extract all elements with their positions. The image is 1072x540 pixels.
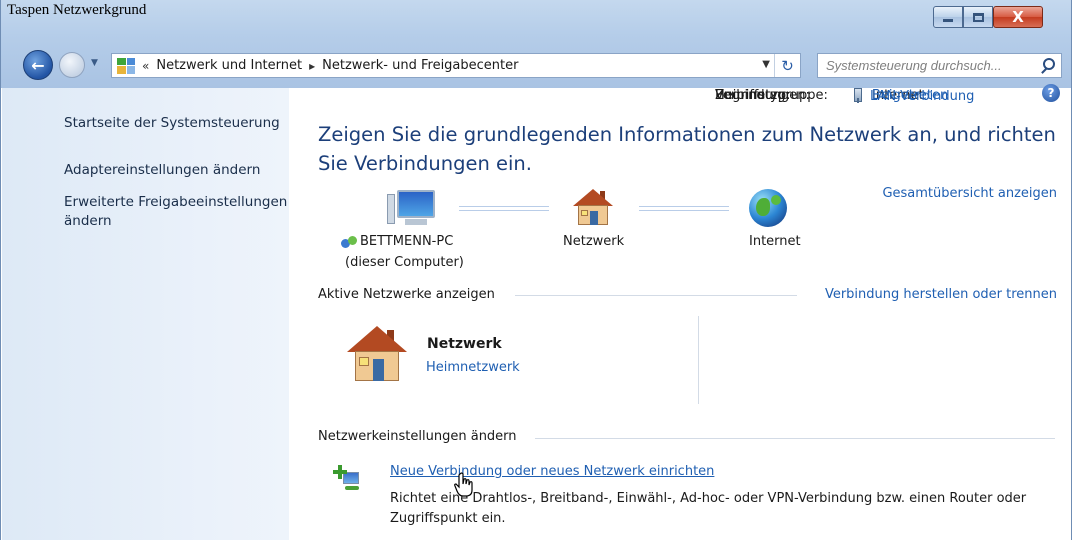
forward-button[interactable] [59, 52, 85, 78]
sidebar-item-control-panel-home[interactable]: Startseite der Systemsteuerung [64, 114, 280, 133]
close-icon: X [1012, 7, 1024, 26]
section-divider [515, 295, 797, 296]
recent-pages-button[interactable]: ▼ [91, 58, 103, 72]
vertical-divider [698, 316, 699, 404]
title-bar: Taspen Netzwerkgrund X ← ▼ « Netzwerk un… [1, 0, 1071, 88]
navigation-bar: ← ▼ « Netzwerk und Internet ▸ Netzwerk- … [1, 50, 1071, 82]
sidebar: Startseite der Systemsteuerung Adapterei… [2, 88, 289, 540]
sidebar-item-adapter-settings[interactable]: Adaptereinstellungen ändern [64, 161, 260, 180]
minimize-icon [943, 18, 953, 22]
maximize-icon [972, 12, 984, 22]
breadcrumb-sharing-center[interactable]: Netzwerk- und Freigabecenter [322, 58, 518, 73]
lan-connection-icon [854, 88, 862, 103]
full-map-link[interactable]: Gesamtübersicht anzeigen [882, 186, 1057, 201]
main-content: ? Zeigen Sie die grundlegenden Informati… [289, 84, 1071, 540]
new-connection-icon [333, 465, 363, 495]
map-connection-line [639, 206, 729, 211]
refresh-icon: ↻ [781, 56, 794, 75]
back-button[interactable]: ← [23, 50, 53, 80]
address-bar[interactable]: « Netzwerk und Internet ▸ Netzwerk- und … [111, 53, 801, 78]
breadcrumb-network-internet[interactable]: Netzwerk und Internet [156, 58, 302, 73]
active-network-name: Netzwerk [427, 336, 502, 352]
address-dropdown-icon[interactable]: ▼ [762, 59, 770, 70]
new-connection-description: Richtet eine Drahtlos-, Breitband-, Einw… [390, 491, 1027, 526]
search-icon[interactable] [1043, 58, 1055, 70]
network-type-link[interactable]: Heimnetzwerk [426, 360, 520, 375]
computer-name-label: BETTMENN-PC [341, 234, 453, 249]
breadcrumb-separator-icon[interactable]: ▸ [309, 59, 315, 73]
network-map-label: Netzwerk [563, 234, 625, 249]
help-icon[interactable]: ? [1042, 84, 1060, 102]
breadcrumb-overflow[interactable]: « [142, 59, 149, 73]
computer-icon[interactable] [387, 190, 439, 228]
search-input[interactable] [818, 54, 1033, 77]
computer-sublabel: (dieser Computer) [345, 255, 464, 270]
change-settings-header: Netzwerkeinstellungen ändern [318, 429, 517, 444]
new-connection-link[interactable]: Neue Verbindung oder neues Netzwerk einr… [390, 464, 714, 479]
connections-label: Verbindungen: [715, 88, 810, 103]
back-arrow-icon: ← [31, 55, 45, 75]
sidebar-item-advanced-sharing[interactable]: Erweiterte Freigabeeinstellungen ändern [64, 193, 289, 231]
close-button[interactable]: X [993, 6, 1043, 28]
computer-name: BETTMENN-PC [360, 234, 454, 249]
maximize-button[interactable] [963, 6, 993, 28]
search-box [817, 53, 1062, 78]
connect-disconnect-link[interactable]: Verbindung herstellen oder trennen [825, 287, 1057, 302]
page-top-text: Taspen Netzwerkgrund [7, 2, 147, 18]
minimize-button[interactable] [933, 6, 963, 28]
lan-connection-label: LAN-Verbindung [870, 89, 975, 104]
map-connection-line [459, 206, 549, 211]
hand-cursor-icon [454, 472, 473, 497]
section-divider [535, 438, 1055, 439]
active-networks-header: Aktive Netzwerke anzeigen [318, 287, 495, 302]
internet-map-label: Internet [749, 234, 801, 249]
homegroup-users-icon [341, 235, 359, 249]
internet-globe-icon[interactable] [749, 189, 787, 227]
page-title: Zeigen Sie die grundlegenden Information… [318, 123, 1056, 175]
refresh-button[interactable]: ↻ [774, 54, 800, 77]
home-network-icon [347, 326, 407, 382]
window: Taspen Netzwerkgrund X ← ▼ « Netzwerk un… [0, 0, 1072, 540]
home-network-icon[interactable] [573, 189, 613, 225]
lan-connection-link[interactable]: LAN-Verbindung [854, 88, 974, 104]
control-panel-icon [117, 57, 135, 74]
